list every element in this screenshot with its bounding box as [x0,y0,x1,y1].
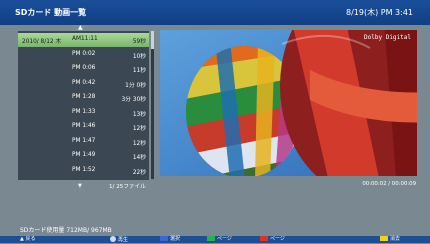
list-item-duration: 14秒 [132,155,146,161]
red-button-icon [260,236,268,241]
list-item[interactable]: PM 1:49 14秒 [18,149,149,163]
list-item[interactable]: 2010/ 8/12 木 AM11:11 59秒 [18,33,149,47]
ok-circle-icon [110,236,116,242]
balloon-thumbnail [160,30,417,176]
list-item-time: PM 0:42 [72,80,96,86]
list-item-time: PM 1:28 [72,94,96,100]
button-guide-bar: ▲ 戻る 再生 選択 ページ ページ 消去 [0,236,430,243]
green-button-icon [207,236,215,241]
footer-red[interactable]: ページ [260,236,285,243]
list-item-duration: 12秒 [132,126,146,132]
list-item-duration: 22秒 [132,170,146,176]
storage-usage: SDカード使用量 712MB/ 967MB [20,227,112,234]
blue-button-icon [160,236,168,241]
dolby-digital-badge: Dolby Digital [364,34,411,41]
up-arrow-icon: ▲ [20,236,24,242]
list-item[interactable]: PM 1:52 22秒 [18,164,149,178]
list-item[interactable]: PM 0:02 10秒 [18,48,149,62]
list-item-duration: 12秒 [132,141,146,147]
playback-timecode: 00:00:02 / 00:00:09 [362,181,416,187]
list-item-time: PM 1:46 [72,123,96,129]
list-item-duration: 3分 30秒 [121,97,146,103]
footer-label: 再生 [118,237,129,243]
list-item-duration: 1分 0秒 [125,83,146,89]
list-item[interactable]: PM 0:42 1分 0秒 [18,77,149,91]
scroll-down-icon[interactable]: ▼ [78,183,82,189]
file-count: 1/ 25ファイル [109,184,146,190]
footer-label: ページ [270,236,285,242]
footer-yellow[interactable]: 消去 [380,236,400,243]
footer-label: 選択 [170,236,181,242]
list-item-time: PM 1:33 [72,109,96,115]
footer-blue[interactable]: 選択 [160,236,180,243]
footer-green[interactable]: ページ [207,236,232,243]
list-item[interactable]: PM 1:33 13秒 [18,106,149,120]
scrollbar-thumb[interactable] [151,31,154,49]
list-item[interactable]: PM 1:46 12秒 [18,120,149,134]
yellow-button-icon [380,236,388,241]
list-item-time: PM 0:06 [72,65,96,71]
list-item-duration: 13秒 [132,112,146,118]
list-item-time: PM 1:52 [72,167,96,173]
list-item[interactable]: PM 1:47 12秒 [18,135,149,149]
footer-label: 消去 [390,236,401,242]
list-item[interactable]: PM 1:28 3分 30秒 [18,91,149,105]
list-item-date: 2010/ 8/12 木 [22,39,62,45]
header-bar: SDカード 動画一覧 8/19(木) PM 3:41 [0,0,430,25]
datetime: 8/19(木) PM 3:41 [346,8,413,17]
list-item[interactable]: PM 0:06 11秒 [18,62,149,76]
video-list: 2010/ 8/12 木 AM11:11 59秒 PM 0:02 10秒 PM … [18,31,149,180]
page-title: SDカード 動画一覧 [15,8,87,17]
list-item-time: AM11:11 [72,36,98,42]
video-preview: Dolby Digital [160,30,417,176]
list-item-duration: 10秒 [132,54,146,60]
list-item-time: PM 1:47 [72,138,96,144]
scroll-up-icon[interactable]: ▲ [78,24,83,31]
footer-label: 戻る [25,236,36,242]
screen: SDカード 動画一覧 8/19(木) PM 3:41 ▲ 2010/ 8/12 … [0,0,430,243]
list-item-time: PM 1:49 [72,152,96,158]
footer-back[interactable]: ▲ 戻る [20,236,35,243]
list-scrollbar[interactable] [151,31,154,179]
list-item-time: PM 0:02 [72,51,96,57]
list-item-duration: 11秒 [132,68,146,74]
footer-label: ページ [217,236,232,242]
list-item-duration: 59秒 [132,39,146,45]
